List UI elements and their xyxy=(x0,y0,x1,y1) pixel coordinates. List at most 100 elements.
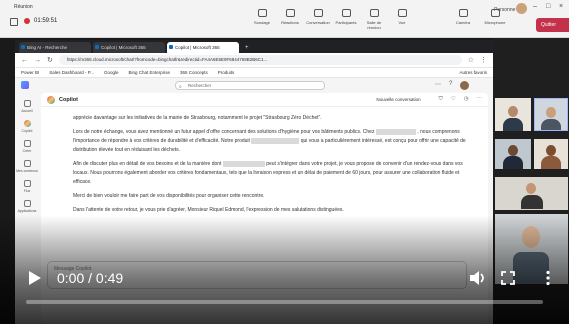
more-icon[interactable]: ⋯ xyxy=(435,81,441,90)
meeting-timer: 01:59:51 xyxy=(24,18,57,24)
new-tab-icon[interactable]: + xyxy=(241,45,253,53)
view-icon xyxy=(397,9,407,17)
fullscreen-icon[interactable] xyxy=(501,271,515,285)
reload-icon[interactable]: ↻ xyxy=(47,56,53,64)
tab-bar: Bing AI - Recherche Copilot | Microsoft … xyxy=(15,40,493,53)
bookmark-365-concepts[interactable]: 365 Concepts xyxy=(180,70,208,75)
leave-button[interactable]: Quitter xyxy=(536,18,569,32)
message-paragraph: Dans l'attente de votre retour, je vous … xyxy=(73,207,344,213)
meeting-timer-text: 01:59:51 xyxy=(34,18,58,24)
star-icon[interactable]: ☆ xyxy=(468,56,474,64)
tab-bing[interactable]: Bing AI - Recherche xyxy=(19,42,91,53)
help-icon[interactable]: ? xyxy=(449,81,452,90)
rail-item-copilot[interactable]: Copilot xyxy=(15,120,39,133)
chat-header: Copilot Nouvelle conversation ⛉ ♡ ◷ ⋯ xyxy=(41,93,488,107)
minimize-icon[interactable]: – xyxy=(533,3,537,10)
play-icon[interactable] xyxy=(26,270,42,286)
bookmark-sales-dashboard[interactable]: Sales Dashboard - P... xyxy=(49,70,94,75)
back-icon[interactable]: ← xyxy=(21,57,28,64)
menu-icon[interactable]: ⋮ xyxy=(480,56,487,64)
search-placeholder: Rechercher xyxy=(188,83,212,88)
tool-participants[interactable]: Participants xyxy=(334,9,358,30)
apps-icon xyxy=(23,200,31,207)
tool-rooms[interactable]: Salle de réunion xyxy=(362,9,386,30)
tool-poll[interactable]: Sondage xyxy=(250,9,274,30)
bookmark-others[interactable]: Autres favoris xyxy=(459,70,487,75)
message-paragraph: Afin de discuter plus en détail de vos b… xyxy=(73,160,463,185)
bookmark-produits[interactable]: Produits xyxy=(218,70,235,75)
new-conversation-button[interactable]: Nouvelle conversation xyxy=(376,97,420,102)
create-icon xyxy=(23,140,31,147)
forward-icon[interactable]: → xyxy=(34,57,41,64)
url-bar[interactable]: https://m365.cloud.microsoft/chat/?fromc… xyxy=(58,55,462,65)
record-icon xyxy=(24,18,30,24)
tool-view[interactable]: Vue xyxy=(390,9,414,30)
address-row: ← → ↻ https://m365.cloud.microsoft/chat/… xyxy=(15,53,493,68)
home-icon xyxy=(23,100,31,107)
bing-icon xyxy=(21,45,25,49)
rail-item-flow[interactable]: Flux xyxy=(15,180,39,193)
rail-item-create[interactable]: Créer xyxy=(15,140,39,153)
bookmarks-bar: Power BI Sales Dashboard - P... Google B… xyxy=(15,68,493,78)
search-input[interactable]: ⌕ Rechercher xyxy=(175,81,325,90)
volume-icon[interactable] xyxy=(468,269,486,287)
close-icon[interactable]: × xyxy=(559,3,563,10)
tool-chat[interactable]: Conversation xyxy=(306,9,330,30)
tab-copilot-1[interactable]: Copilot | Microsoft 365 xyxy=(93,42,165,53)
avatar[interactable] xyxy=(516,3,527,14)
history-icon[interactable]: ◷ xyxy=(464,96,469,103)
shield-icon[interactable]: ⛉ xyxy=(439,96,443,103)
participant-tile[interactable] xyxy=(495,98,531,131)
participant-tile[interactable] xyxy=(495,177,568,210)
rail-item-home[interactable]: Accueil xyxy=(15,100,39,113)
video-progress-bar[interactable] xyxy=(26,300,543,304)
header-icons: ⛉ ♡ ◷ ⋯ xyxy=(439,96,482,103)
copilot-app: ⌕ Rechercher ⋯ ? Accueil Copilot Créer M… xyxy=(15,78,493,324)
message-paragraph: apprécie davantage sur les initiatives d… xyxy=(73,115,322,121)
redacted-block xyxy=(375,128,416,135)
avatar[interactable] xyxy=(460,81,470,90)
camera-icon xyxy=(458,9,468,17)
chat-title: Copilot xyxy=(59,96,78,103)
chat-icon xyxy=(313,9,323,17)
bookmark-power-bi[interactable]: Power BI xyxy=(21,70,39,75)
rail-item-apps[interactable]: Applications xyxy=(15,200,39,213)
chat-panel: Copilot Nouvelle conversation ⛉ ♡ ◷ ⋯ ap… xyxy=(41,93,488,324)
assistant-message: apprécie davantage sur les initiatives d… xyxy=(73,114,473,220)
participant-tile[interactable] xyxy=(495,139,531,169)
rooms-icon xyxy=(369,9,379,17)
search-icon: ⌕ xyxy=(179,84,182,90)
more-icon[interactable]: ⋯ xyxy=(477,96,483,103)
participant-tile[interactable] xyxy=(534,139,568,169)
flow-icon xyxy=(23,180,31,187)
copilot-icon xyxy=(23,120,31,127)
maximize-icon[interactable]: □ xyxy=(546,3,550,10)
heart-icon[interactable]: ♡ xyxy=(451,96,456,103)
bookmark-bing-chat[interactable]: Bing Chat Enterprise xyxy=(128,70,170,75)
bookmark-google[interactable]: Google xyxy=(104,70,119,75)
participant-tile[interactable] xyxy=(534,98,568,131)
grid-icon[interactable] xyxy=(10,18,18,26)
top-icons: ⋯ ? xyxy=(435,81,470,90)
m365-logo-icon[interactable] xyxy=(21,81,29,89)
redacted-block xyxy=(222,160,265,167)
meeting-tools: Sondage Réactions Conversation Participa… xyxy=(250,9,414,30)
m365-icon xyxy=(169,45,173,49)
app-topbar: ⌕ Rechercher ⋯ ? xyxy=(15,78,493,93)
rail-item-my-content[interactable]: Mes contenus xyxy=(15,160,39,173)
video-time: 0:00 / 0:49 xyxy=(57,270,124,286)
message-paragraph: Merci de bien vouloir me faire part de v… xyxy=(73,193,265,199)
meeting-toolbar: Réunion 01:59:51 Sondage Réactions Conve… xyxy=(0,0,569,38)
tool-reactions[interactable]: Réactions xyxy=(278,9,302,30)
screen: Réunion 01:59:51 Sondage Réactions Conve… xyxy=(0,0,569,324)
user-name: Personne xyxy=(494,7,516,13)
tool-camera[interactable]: Caméra xyxy=(450,9,476,25)
message-paragraph: Lors de notre échange, vous avez mention… xyxy=(73,128,466,153)
reactions-icon xyxy=(285,9,295,17)
app-rail: Accueil Copilot Créer Mes contenus Flux … xyxy=(15,93,39,324)
tab-copilot-2[interactable]: Copilot | Microsoft 365 xyxy=(167,42,239,53)
copilot-logo-icon xyxy=(47,95,55,104)
more-options-icon[interactable] xyxy=(545,270,551,286)
redacted-block xyxy=(251,137,300,144)
meeting-window-title: Réunion xyxy=(14,4,33,10)
